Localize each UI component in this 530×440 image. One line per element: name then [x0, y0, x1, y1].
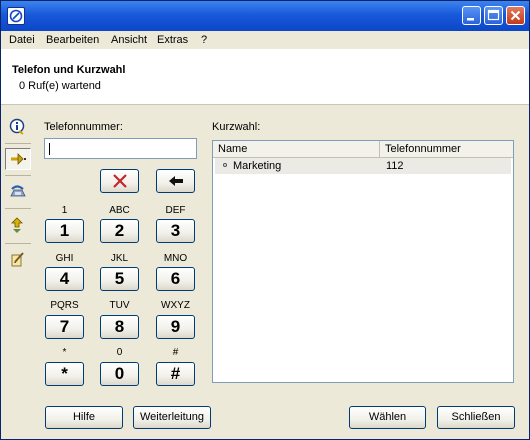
phone-number-label: Telefonnummer:: [44, 121, 123, 133]
key-label-8: TUV: [109, 300, 130, 311]
menu-file[interactable]: Datei: [9, 33, 35, 47]
row-number: 112: [386, 160, 404, 172]
speed-dial-list[interactable]: Name Telefonnummer Marketing 112: [212, 140, 514, 383]
key-0-button[interactable]: 0: [100, 362, 139, 386]
phone-window: Datei Bearbeiten Ansicht Extras ? Telefo…: [0, 0, 530, 440]
speed-dial-label: Kurzwahl:: [212, 121, 261, 133]
forward-button[interactable]: Weiterleitung: [133, 406, 211, 429]
help-button[interactable]: Hilfe: [45, 406, 123, 429]
phone-number-input[interactable]: [44, 138, 197, 159]
key-star-button[interactable]: *: [45, 362, 84, 386]
backspace-button[interactable]: [156, 169, 195, 193]
text-caret: [49, 143, 50, 155]
row-name: Marketing: [233, 160, 282, 172]
key-label-hash: #: [172, 347, 179, 358]
sidebar-divider: [5, 243, 31, 244]
maximize-button[interactable]: [484, 6, 503, 25]
key-label-2: ABC: [109, 205, 130, 216]
close-window-button[interactable]: [506, 6, 525, 25]
key-label-5: JKL: [110, 253, 129, 264]
key-label-4: GHI: [55, 253, 74, 264]
key-label-9: WXYZ: [161, 300, 190, 311]
app-icon[interactable]: [7, 7, 25, 25]
sidebar-transfer-button[interactable]: [5, 214, 31, 236]
sidebar-phone-button[interactable]: [5, 181, 31, 203]
sidebar-dialer-button[interactable]: [5, 148, 31, 170]
sidebar-divider: [5, 143, 31, 144]
menu-bar: Datei Bearbeiten Ansicht Extras ?: [1, 31, 529, 49]
sidebar-info-button[interactable]: [5, 115, 31, 137]
key-label-7: PQRS: [50, 300, 79, 311]
key-4-button[interactable]: 4: [45, 267, 84, 291]
key-3-button[interactable]: 3: [156, 219, 195, 243]
call-status: 0 Ruf(e) wartend: [19, 80, 101, 92]
menu-edit[interactable]: Bearbeiten: [46, 33, 99, 47]
key-1-button[interactable]: 1: [45, 219, 84, 243]
page-title: Telefon und Kurzwahl: [12, 64, 126, 76]
key-9-button[interactable]: 9: [156, 315, 195, 339]
close-button[interactable]: Schließen: [437, 406, 515, 429]
title-bar[interactable]: [1, 1, 529, 31]
clear-button[interactable]: [100, 169, 139, 193]
sidebar-divider: [5, 208, 31, 209]
column-header-number[interactable]: Telefonnummer: [380, 141, 513, 157]
menu-extras[interactable]: Extras: [157, 33, 188, 47]
minimize-button[interactable]: [462, 6, 481, 25]
list-header: Name Telefonnummer: [213, 141, 513, 158]
key-label-1: 1: [61, 205, 68, 216]
header-panel: Telefon und Kurzwahl 0 Ruf(e) wartend: [1, 49, 529, 105]
sidebar-divider: [5, 175, 31, 176]
sidebar-notes-button[interactable]: [5, 248, 31, 270]
key-hash-button[interactable]: #: [156, 362, 195, 386]
table-row[interactable]: Marketing 112: [215, 158, 511, 174]
menu-view[interactable]: Ansicht: [111, 33, 147, 47]
column-header-name[interactable]: Name: [213, 141, 380, 157]
menu-help[interactable]: ?: [201, 33, 207, 47]
key-8-button[interactable]: 8: [100, 315, 139, 339]
key-label-0: 0: [116, 347, 123, 358]
key-2-button[interactable]: 2: [100, 219, 139, 243]
key-label-star: *: [62, 347, 67, 358]
key-6-button[interactable]: 6: [156, 267, 195, 291]
contact-bullet-icon: [223, 163, 227, 167]
dial-button[interactable]: Wählen: [349, 406, 426, 429]
key-label-6: MNO: [163, 253, 188, 264]
key-5-button[interactable]: 5: [100, 267, 139, 291]
key-7-button[interactable]: 7: [45, 315, 84, 339]
key-label-3: DEF: [165, 205, 186, 216]
